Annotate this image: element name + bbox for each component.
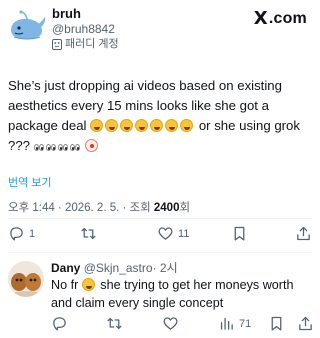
reply-button[interactable]: 1 [8,225,35,242]
view-count: 2400 [153,202,180,214]
share-icon [299,316,312,331]
reply-author-avatar[interactable] [8,261,44,297]
bookmark-icon [234,226,245,241]
reply-text-part-1: No fr [51,278,79,292]
reply-bookmark-button[interactable] [268,315,285,332]
reply-reply-button[interactable] [51,315,68,332]
retweet-button[interactable] [80,225,97,242]
joy-emoji-icon [165,119,179,132]
reply-icon [53,317,66,331]
reply-time[interactable]: · 2시 [153,261,178,275]
clown-emoji-icon [85,139,99,152]
reply-text: No fr she trying to get her moneys worth… [51,276,313,312]
reply-action-bar: 71 [0,315,320,337]
retweet-icon [107,317,122,330]
views-icon [220,317,233,330]
retweet-icon [81,227,96,240]
parody-mask-icon [52,39,62,50]
bookmark-icon [271,316,282,331]
loudly-crying-emoji-icon [120,119,134,132]
author-display-name[interactable]: bruh [52,6,119,22]
profile-avatar[interactable] [7,8,47,42]
joy-emoji-icon [135,119,149,132]
eyes-emoji-icon [69,137,81,157]
reply-retweet-button[interactable] [106,315,123,332]
like-count: 11 [178,227,190,240]
joy-emoji-icon [180,119,194,132]
heart-icon [158,227,173,240]
eyes-emoji-group [33,138,86,153]
reply-icon [10,227,23,241]
reply-count: 1 [29,227,36,240]
share-button[interactable] [295,225,312,242]
joy-emoji-icon [150,119,164,132]
tweet-meta: 오후 1:44 · 2026. 2. 5. · 조회 2400회 [8,199,190,215]
reply-header: Dany @Skjn_astro· 2시 [51,261,178,276]
view-count-suffix: 회 [179,202,191,214]
loudly-crying-emoji-icon [90,119,104,132]
tweet-author: bruh @bruh8842 패러디 계정 [52,6,119,52]
x-logo-icon: X [253,8,268,29]
author-handle[interactable]: @bruh8842 [52,22,119,37]
loudly-crying-emoji-icon [81,278,95,291]
share-icon [297,226,310,241]
reply-views-count: 71 [239,317,252,330]
bookmark-button[interactable] [231,225,248,242]
reply-share-button[interactable] [297,315,314,332]
divider [8,252,312,253]
reply-author-name[interactable]: Dany [51,261,80,275]
reply-author-handle[interactable]: @Skjn_astro [84,261,153,275]
loudly-crying-emoji-icon [105,119,119,132]
translate-link[interactable]: 번역 보기 [8,174,52,190]
tweet-timestamp[interactable]: 오후 1:44 · 2026. 2. 5. · 조회 [8,202,154,214]
eyes-emoji-icon [33,137,45,157]
x-logo-text: .com [268,9,307,27]
reply-views-button[interactable]: 71 [218,315,251,332]
x-logo[interactable]: X .com [254,8,307,29]
divider [8,218,312,219]
eyes-emoji-icon [45,137,57,157]
like-button[interactable]: 11 [157,225,189,242]
laughing-crying-emoji-group [90,118,199,133]
heart-icon [163,317,178,330]
eyes-emoji-icon [57,137,69,157]
tweet-action-bar: 1 11 [0,225,320,247]
tweet-text: She’s just dropping ai videos based on e… [8,76,316,157]
parody-label-text: 패러디 계정 [65,38,119,50]
reply-like-button[interactable] [162,315,179,332]
parody-account-label: 패러디 계정 [52,37,119,52]
